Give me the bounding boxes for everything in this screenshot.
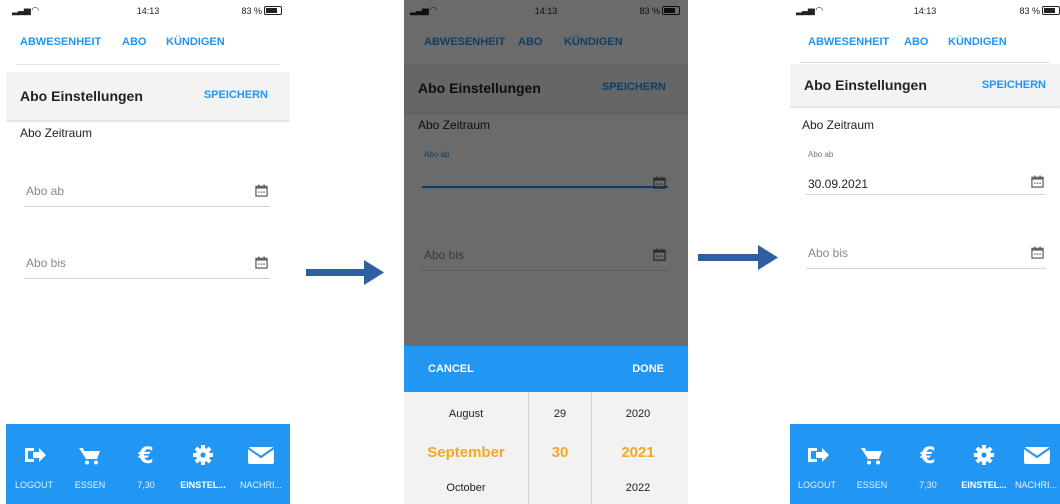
section-title: Abo Zeitraum	[802, 118, 875, 132]
euro-icon: €	[137, 444, 153, 466]
nav-logout[interactable]: LOGOUT	[6, 424, 62, 504]
date-picker-toolbar: CANCEL DONE	[404, 346, 688, 392]
month-option[interactable]: October	[404, 482, 528, 494]
top-tabs: ABWESENHEIT ABO KÜNDIGEN	[790, 36, 1060, 54]
bottom-nav: LOGOUT ESSEN € 7,30 EINSTEL... NACHRI...	[790, 424, 1060, 504]
tabs-divider	[16, 64, 280, 65]
nav-balance[interactable]: € 7,30	[118, 424, 174, 504]
month-selected[interactable]: September	[404, 444, 528, 461]
nav-logout-label: LOGOUT	[797, 480, 836, 490]
flow-arrow-right-icon	[306, 260, 384, 285]
phone-screen-1: ▂▃▅ ◠ 14:13 83 % ABWESENHEIT ABO KÜNDIGE…	[6, 0, 290, 504]
abo-bis-field[interactable]: Abo bis	[24, 242, 270, 279]
picker-done-button[interactable]: DONE	[632, 363, 664, 375]
top-tabs: ABWESENHEIT ABO KÜNDIGEN	[6, 36, 290, 54]
nav-essen-label: ESSEN	[856, 480, 888, 490]
phone-screen-2: ▂▃▅ ◠ 14:13 83 % ABWESENHEIT ABO KÜNDIGE…	[404, 0, 688, 504]
status-bar: ▂▃▅ ◠ 14:13 83 %	[790, 0, 1060, 22]
year-option[interactable]: 2022	[592, 482, 684, 494]
calendar-icon[interactable]	[1031, 246, 1044, 259]
year-selected[interactable]: 2021	[592, 444, 684, 461]
section-title: Abo Zeitraum	[20, 126, 93, 140]
battery-percent: 83 %	[241, 6, 262, 16]
save-button[interactable]: SPEICHERN	[982, 79, 1046, 91]
page-title: Abo Einstellungen	[804, 77, 927, 93]
nav-settings[interactable]: EINSTEL...	[956, 424, 1012, 504]
svg-text:€: €	[919, 444, 935, 466]
abo-ab-placeholder: Abo ab	[26, 184, 65, 198]
nav-messages[interactable]: NACHRI...	[1012, 424, 1060, 504]
nav-essen[interactable]: ESSEN	[62, 424, 118, 504]
abo-ab-field[interactable]: Abo ab 30.09.2021	[806, 150, 1046, 195]
nav-logout-label: LOGOUT	[14, 480, 53, 490]
tab-abo[interactable]: ABO	[122, 36, 146, 48]
battery-status: 83 %	[241, 6, 282, 16]
abo-ab-field[interactable]: Abo ab	[24, 170, 270, 207]
mail-icon	[1023, 447, 1051, 464]
nav-settings-label: EINSTEL...	[961, 480, 1007, 490]
nav-messages-label: NACHRI...	[239, 480, 282, 490]
page-header: Abo Einstellungen SPEICHERN	[790, 64, 1060, 106]
nav-messages[interactable]: NACHRI...	[232, 424, 290, 504]
tabs-divider	[800, 62, 1050, 63]
nav-balance-label: 7,30	[137, 480, 155, 490]
picker-cancel-button[interactable]: CANCEL	[428, 363, 474, 375]
battery-icon	[264, 6, 282, 15]
year-option[interactable]: 2020	[592, 408, 684, 420]
cart-icon	[861, 448, 882, 465]
nav-essen[interactable]: ESSEN	[844, 424, 900, 504]
abo-ab-label: Abo ab	[808, 150, 834, 159]
nav-settings[interactable]: EINSTEL...	[174, 424, 232, 504]
calendar-icon[interactable]	[1031, 175, 1044, 188]
phone-screen-3: ▂▃▅ ◠ 14:13 83 % ABWESENHEIT ABO KÜNDIGE…	[790, 0, 1060, 504]
svg-text:€: €	[137, 444, 153, 466]
day-column[interactable]: 29 30	[529, 392, 591, 504]
status-bar: ▂▃▅ ◠ 14:13 83 %	[6, 0, 290, 22]
abo-bis-placeholder: Abo bis	[808, 246, 849, 260]
date-picker-wheel[interactable]: August September October 29 30 2020 2021…	[404, 392, 688, 504]
abo-bis-placeholder: Abo bis	[26, 256, 67, 270]
day-option[interactable]: 29	[529, 408, 591, 420]
flow-arrow-right-icon	[698, 245, 778, 270]
tab-abwesenheit[interactable]: ABWESENHEIT	[808, 36, 889, 48]
nav-messages-label: NACHRI...	[1014, 480, 1057, 490]
tab-abwesenheit[interactable]: ABWESENHEIT	[20, 36, 101, 48]
year-column[interactable]: 2020 2021 2022	[592, 392, 684, 504]
nav-logout[interactable]: LOGOUT	[790, 424, 844, 504]
calendar-icon[interactable]	[255, 256, 268, 269]
tab-kuendigen[interactable]: KÜNDIGEN	[948, 36, 1007, 48]
gear-icon	[974, 445, 994, 465]
nav-essen-label: ESSEN	[74, 480, 106, 490]
tab-kuendigen[interactable]: KÜNDIGEN	[166, 36, 225, 48]
save-button[interactable]: SPEICHERN	[204, 89, 268, 101]
nav-settings-label: EINSTEL...	[180, 480, 226, 490]
month-option[interactable]: August	[404, 408, 528, 420]
euro-icon: €	[919, 444, 935, 466]
gear-icon	[193, 445, 213, 465]
logout-icon	[25, 448, 46, 462]
cart-icon	[79, 448, 100, 465]
page-title: Abo Einstellungen	[20, 88, 143, 104]
battery-icon	[1042, 6, 1060, 15]
tab-abo[interactable]: ABO	[904, 36, 928, 48]
battery-percent: 83 %	[1019, 6, 1040, 16]
logout-icon	[808, 448, 829, 462]
nav-balance[interactable]: € 7,30	[900, 424, 956, 504]
modal-overlay[interactable]	[404, 0, 688, 346]
page-header: Abo Einstellungen SPEICHERN	[6, 72, 290, 120]
mail-icon	[247, 447, 275, 464]
bottom-nav: LOGOUT ESSEN € 7,30 EINSTEL... NACHRI...	[6, 424, 290, 504]
calendar-icon[interactable]	[255, 184, 268, 197]
battery-status: 83 %	[1019, 6, 1060, 16]
day-selected[interactable]: 30	[529, 444, 591, 461]
abo-ab-value: 30.09.2021	[808, 177, 869, 191]
abo-bis-field[interactable]: Abo bis	[806, 232, 1046, 269]
month-column[interactable]: August September October	[404, 392, 528, 504]
nav-balance-label: 7,30	[919, 480, 937, 490]
